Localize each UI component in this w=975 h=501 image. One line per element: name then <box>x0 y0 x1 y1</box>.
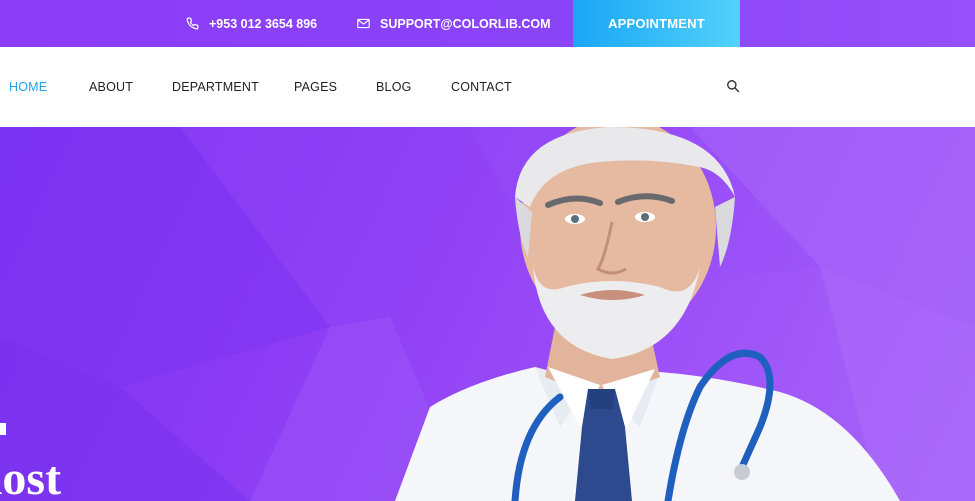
main-navigation: HOME ABOUT DEPARTMENT PAGES BLOG CONTACT <box>0 47 975 127</box>
nav-item-contact[interactable]: CONTACT <box>451 47 512 127</box>
search-icon[interactable] <box>726 79 740 93</box>
hero-headline-text: r most <box>0 452 62 501</box>
hero-banner: r most <box>0 127 975 501</box>
phone-contact[interactable]: +953 012 3654 896 <box>186 0 317 47</box>
doctor-portrait <box>395 127 900 501</box>
email-address: SUPPORT@COLORLIB.COM <box>380 16 551 31</box>
hero-headline: r most <box>0 455 61 501</box>
nav-item-about[interactable]: ABOUT <box>89 47 133 127</box>
nav-item-department[interactable]: DEPARTMENT <box>172 47 259 127</box>
phone-icon <box>186 17 199 30</box>
phone-number: +953 012 3654 896 <box>209 16 318 31</box>
nav-item-home[interactable]: HOME <box>9 47 47 127</box>
email-contact[interactable]: SUPPORT@COLORLIB.COM <box>357 0 551 47</box>
top-bar: +953 012 3654 896 SUPPORT@COLORLIB.COM A… <box>0 0 975 47</box>
nav-item-pages[interactable]: PAGES <box>294 47 337 127</box>
hero-headline-punctuation <box>0 423 6 435</box>
envelope-icon <box>357 18 370 29</box>
appointment-button[interactable]: APPOINTMENT <box>573 0 740 47</box>
nav-item-blog[interactable]: BLOG <box>376 47 412 127</box>
